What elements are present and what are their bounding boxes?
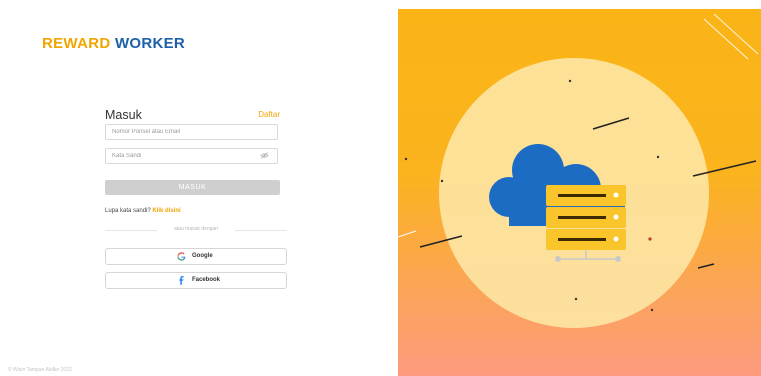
eye-slash-icon[interactable] [260,152,269,159]
decor-dot [574,297,578,301]
password-input[interactable] [105,148,278,164]
facebook-login-button[interactable]: Facebook [105,272,287,289]
divider-text: atau masuk dengan [174,226,218,232]
forgot-password-link[interactable]: Klik disini [152,208,180,214]
decor-dot [404,157,408,161]
facebook-icon [179,276,184,285]
google-login-label: Google [192,253,213,259]
login-button[interactable]: MASUK [105,180,280,195]
forgot-password-text: Lupa kata sandi? [105,208,151,214]
cloud-server-icon [398,13,759,328]
google-login-button[interactable]: Google [105,248,287,265]
facebook-login-label: Facebook [192,277,221,283]
google-icon [177,252,186,261]
login-panel: REWARD WORKER Masuk Daftar MASUK Lupa ka… [0,0,398,376]
phone-email-input[interactable] [105,124,278,140]
footer-copyright: © Wisin Tampan Abiller 2022 [8,367,72,373]
illustration-panel [398,9,761,376]
login-title: Masuk [105,108,142,122]
register-link[interactable]: Daftar [258,110,280,119]
decor-dot [656,155,660,159]
brand-logo-part1: REWARD [42,35,111,52]
decor-dot [648,237,652,241]
forgot-password-row: Lupa kata sandi? Klik disini [105,208,181,214]
server-rack [546,185,626,250]
brand-logo: REWARD WORKER [42,35,185,52]
decor-streak [398,230,417,238]
brand-logo-part2: WORKER [114,35,186,52]
decor-dot [568,79,572,83]
decor-dot [650,308,654,312]
decor-dot [440,179,444,183]
decor-streak [697,263,715,269]
